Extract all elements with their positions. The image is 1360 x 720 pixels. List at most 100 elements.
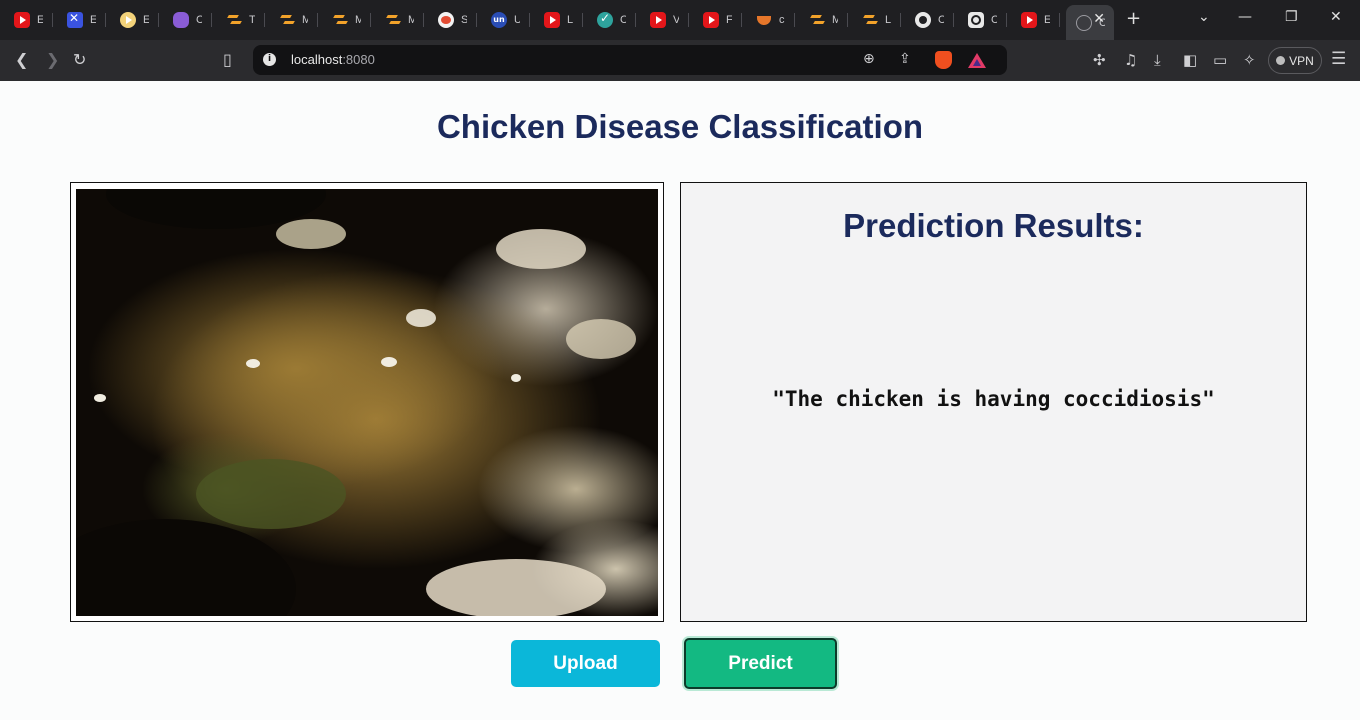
address-bar[interactable]: i localhost:8080 ⊕ ⇪ bbox=[253, 45, 1007, 75]
reddit-icon bbox=[438, 12, 454, 28]
browser-tab[interactable]: C bbox=[901, 5, 954, 35]
url-text: localhost:8080 bbox=[291, 52, 375, 67]
youtube-icon bbox=[544, 12, 560, 28]
browser-tab[interactable]: E bbox=[106, 5, 159, 35]
tab-strip: E E E C T M M M Sun U L C V Fc M L C C E C✕ + ⌄ — ❐ ✕ bbox=[0, 0, 1360, 40]
streamlit-icon bbox=[279, 12, 295, 28]
tab-title: C bbox=[196, 14, 202, 26]
browser-toolbar: ❮ ❯ ↻ ▯ i localhost:8080 ⊕ ⇪ ✣ ♫ ⤓ ◧ ▭ ✧… bbox=[0, 40, 1360, 81]
browser-tab[interactable]: C bbox=[583, 5, 636, 35]
prediction-output: "The chicken is having coccidiosis" bbox=[772, 387, 1215, 411]
play-circle-icon bbox=[120, 12, 136, 28]
browser-tab[interactable]: M bbox=[371, 5, 424, 35]
image-preview-panel bbox=[70, 182, 664, 622]
streamlit-icon bbox=[862, 12, 878, 28]
tab-title: M bbox=[302, 14, 308, 26]
bookmark-icon[interactable]: ▯ bbox=[223, 50, 232, 69]
url-port: :8080 bbox=[342, 52, 375, 67]
site-info-icon[interactable]: i bbox=[263, 53, 276, 66]
browser-tab[interactable]: L bbox=[530, 5, 583, 35]
youtube-icon bbox=[14, 12, 30, 28]
results-heading: Prediction Results: bbox=[843, 207, 1144, 244]
sidebar-icon[interactable]: ◧ bbox=[1183, 51, 1197, 69]
vpn-status-icon bbox=[1276, 56, 1286, 65]
tab-title: C bbox=[938, 14, 944, 26]
tab-title: M bbox=[832, 14, 838, 26]
zoom-icon[interactable]: ⊕ bbox=[863, 51, 875, 67]
url-host: localhost bbox=[291, 52, 343, 67]
streamlit-icon bbox=[385, 12, 401, 28]
bowl-icon bbox=[756, 12, 772, 28]
browser-tab[interactable]: M bbox=[795, 5, 848, 35]
browser-tab[interactable]: c bbox=[742, 5, 795, 35]
globe-icon bbox=[1076, 14, 1092, 31]
streamlit-icon bbox=[332, 12, 348, 28]
brave-shields-icon[interactable] bbox=[935, 51, 952, 69]
browser-tab[interactable]: C bbox=[954, 5, 1007, 35]
tab-title: M bbox=[408, 14, 414, 26]
browser-tab[interactable]: E bbox=[53, 5, 106, 35]
tab-title: T bbox=[249, 14, 255, 26]
leo-ai-icon[interactable]: ✧ bbox=[1243, 51, 1256, 69]
excalidraw-icon bbox=[67, 11, 83, 28]
browser-tab[interactable]: un U bbox=[477, 5, 530, 35]
browser-tab[interactable]: V bbox=[636, 5, 689, 35]
database-icon bbox=[173, 12, 189, 28]
predict-button[interactable]: Predict bbox=[684, 638, 837, 689]
tab-title: L bbox=[885, 14, 891, 26]
tab-title: E bbox=[143, 14, 149, 26]
prediction-results-panel: Prediction Results: "The chicken is havi… bbox=[680, 182, 1307, 622]
wallet-icon[interactable]: ▭ bbox=[1213, 51, 1227, 69]
brave-rewards-icon[interactable] bbox=[968, 53, 986, 68]
tab-title: E bbox=[1044, 14, 1050, 26]
browser-tab[interactable]: L bbox=[848, 5, 901, 35]
browser-tab[interactable]: C bbox=[159, 5, 212, 35]
unstop-icon: un bbox=[491, 12, 507, 28]
tab-title: E bbox=[37, 14, 43, 26]
uploaded-chicken-image bbox=[76, 189, 658, 616]
upload-button[interactable]: Upload bbox=[511, 640, 660, 687]
youtube-icon bbox=[1021, 12, 1037, 28]
tab-title: U bbox=[514, 14, 520, 26]
vpn-button[interactable]: VPN bbox=[1268, 47, 1322, 74]
browser-tab[interactable]: F bbox=[689, 5, 742, 35]
browser-tab[interactable]: M bbox=[318, 5, 371, 35]
check-circle-icon bbox=[597, 11, 613, 28]
browser-tab[interactable]: M bbox=[265, 5, 318, 35]
vpn-label: VPN bbox=[1289, 53, 1314, 68]
tab-title: L bbox=[567, 14, 573, 26]
downloads-icon[interactable]: ⤓ bbox=[1154, 51, 1161, 69]
streamlit-icon bbox=[809, 12, 825, 28]
streamlit-icon bbox=[226, 12, 242, 28]
minimize-icon[interactable]: — bbox=[1238, 9, 1252, 25]
back-icon[interactable]: ❮ bbox=[15, 50, 28, 69]
close-tab-icon[interactable]: ✕ bbox=[1093, 11, 1105, 27]
tab-title: E bbox=[90, 14, 96, 26]
restore-icon[interactable]: ❐ bbox=[1285, 9, 1298, 25]
reload-icon[interactable]: ↻ bbox=[73, 50, 86, 69]
close-window-icon[interactable]: ✕ bbox=[1330, 9, 1342, 25]
page-title: Chicken Disease Classification bbox=[436, 108, 924, 145]
tab-search-chevron-icon[interactable]: ⌄ bbox=[1198, 9, 1210, 25]
menu-icon[interactable]: ☰ bbox=[1331, 49, 1346, 69]
browser-tab[interactable]: E bbox=[0, 5, 53, 35]
browser-tab[interactable]: T bbox=[212, 5, 265, 35]
new-tab-button[interactable]: + bbox=[1126, 8, 1141, 29]
share-icon[interactable]: ⇪ bbox=[899, 51, 911, 67]
media-icon[interactable]: ♫ bbox=[1124, 51, 1137, 69]
browser-tab[interactable]: S bbox=[424, 5, 477, 35]
tab-separator bbox=[1059, 13, 1060, 27]
browser-tab[interactable]: C ✕ bbox=[1066, 5, 1114, 40]
tab-title: F bbox=[726, 14, 732, 26]
tab-title: M bbox=[355, 14, 361, 26]
forward-icon[interactable]: ❯ bbox=[46, 50, 59, 69]
browser-tab[interactable]: E bbox=[1007, 5, 1060, 35]
tab-title: C bbox=[991, 14, 997, 26]
tab-title: V bbox=[673, 14, 679, 26]
tab-title: S bbox=[461, 14, 467, 26]
openai-icon bbox=[968, 12, 984, 28]
extensions-icon[interactable]: ✣ bbox=[1093, 51, 1106, 69]
github-icon bbox=[915, 12, 931, 28]
youtube-icon bbox=[650, 12, 666, 28]
tab-title: C bbox=[620, 14, 626, 26]
